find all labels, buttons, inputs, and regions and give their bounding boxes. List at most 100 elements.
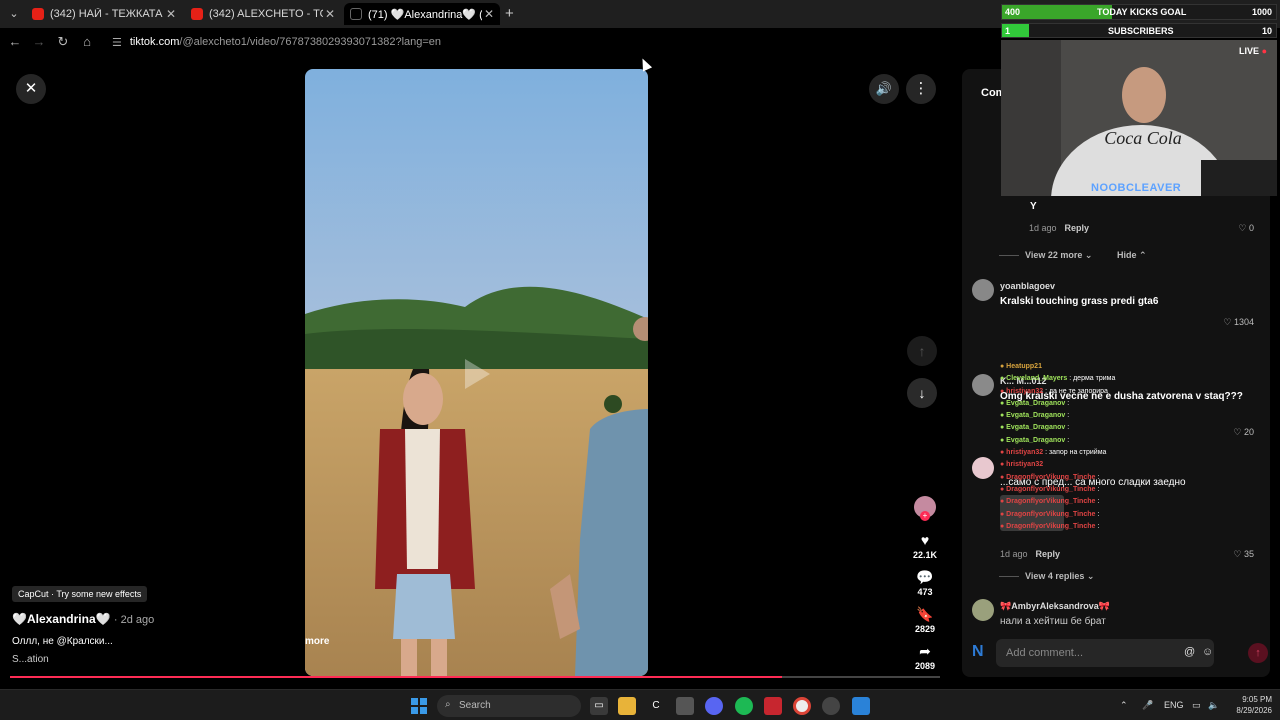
tab-label: (342) НАЙ - ТЕЖКАТА МИ <box>50 8 164 20</box>
video-player[interactable] <box>305 69 648 676</box>
back-arrow-icon[interactable]: ← <box>6 33 24 51</box>
close-viewer-button[interactable]: ✕ <box>16 74 46 104</box>
follow-plus-icon[interactable]: + <box>920 511 930 521</box>
view-replies[interactable]: View 4 replies ⌄ <box>999 571 1094 582</box>
hide-replies[interactable]: Hide ⌃ <box>1117 250 1147 261</box>
volume-button[interactable]: 🔊 <box>869 74 899 104</box>
comment-like-count[interactable]: 0 <box>1249 223 1254 233</box>
share-button[interactable]: ➦ 2089 <box>905 643 945 671</box>
app-gear-icon[interactable] <box>822 697 840 715</box>
discord-icon[interactable] <box>705 697 723 715</box>
previous-video-button[interactable]: ↑ <box>907 336 937 366</box>
file-explorer-icon[interactable] <box>618 697 636 715</box>
nordvpn-extension-icon[interactable]: N <box>972 643 990 663</box>
windows-start-icon[interactable] <box>411 698 427 714</box>
tab-label: (342) ALEXCHETO - TOP FAKTA <box>209 8 323 20</box>
task-view-icon[interactable]: ▭ <box>590 697 608 715</box>
webcam-frame: Coca Cola <box>1001 40 1277 196</box>
goal-target: 1000 <box>1251 7 1272 17</box>
chat-username: ● hristiyan32 <box>1000 449 1044 457</box>
site-info-icon[interactable]: ☰ <box>112 36 122 49</box>
mention-icon[interactable]: @ <box>1184 646 1195 658</box>
subs-target: 10 <box>1261 26 1272 36</box>
live-dot-icon: ● <box>1261 46 1267 56</box>
home-icon[interactable]: ⌂ <box>78 33 96 51</box>
chat-text: : <box>1095 522 1100 530</box>
comment-icon: 💬 <box>916 569 934 585</box>
tab-close-icon[interactable]: ✕ <box>164 7 178 21</box>
speaker-icon[interactable]: 🔈 <box>1208 700 1219 711</box>
reload-icon[interactable]: ↻ <box>54 33 72 51</box>
avatar[interactable] <box>972 279 994 301</box>
url-path: /@alexcheto1/video/7678738029393071382?l… <box>179 36 442 48</box>
tray-chevron-icon[interactable]: ⌃ <box>1120 700 1128 711</box>
more-options-button[interactable]: ⋮ <box>906 74 936 104</box>
chat-username: ● DragonflyorVikung_Tinche <box>1000 473 1096 481</box>
url-host: tiktok.com <box>129 36 180 48</box>
browser-tab[interactable]: (342) НАЙ - ТЕЖКАТА МИ ✕ <box>26 3 182 25</box>
tab-search-chevron-icon[interactable]: ⌄ <box>6 6 22 22</box>
view-replies-label: View 4 replies <box>1025 571 1085 581</box>
comment-text: Y <box>1030 201 1037 212</box>
comment-input[interactable]: Add comment... @ ☺ <box>996 639 1214 667</box>
browser-tab-active[interactable]: (71) 🤍Alexandrina🤍 (@alexcheto1) ✕ <box>344 3 500 25</box>
taskbar-search[interactable]: ⌕ Search <box>437 695 581 717</box>
music-label[interactable]: S...ation <box>12 654 154 665</box>
chat-message: ● Evgata_Draganov : <box>1000 410 1155 422</box>
chat-message: ● Heatupp21 <box>1000 361 1155 373</box>
creator-avatar[interactable]: + <box>914 496 936 521</box>
comment-button[interactable]: 💬 473 <box>905 569 945 597</box>
youtube-icon <box>191 8 203 20</box>
comment-time: 1d ago <box>1000 549 1028 559</box>
forward-arrow-icon[interactable]: → <box>30 33 48 51</box>
reply-button[interactable]: Reply <box>1036 549 1061 559</box>
video-description: Оллл, не @Кралски... <box>12 636 113 647</box>
microphone-icon[interactable]: 🎤 <box>1142 700 1153 711</box>
app-red-icon[interactable] <box>764 697 782 715</box>
reply-button[interactable]: Reply <box>1065 223 1090 233</box>
spotify-icon[interactable] <box>735 697 753 715</box>
chat-username: ● Evgata_Draganov <box>1000 399 1066 407</box>
comment-like-count[interactable]: 20 <box>1244 427 1254 437</box>
emoji-icon[interactable]: ☺ <box>1202 646 1213 658</box>
browser-tab[interactable]: (342) ALEXCHETO - TOP FAKTA ✕ <box>185 3 341 25</box>
system-clock[interactable]: 9:05 PM 8/29/2026 <box>1222 694 1272 716</box>
avatar[interactable] <box>972 599 994 621</box>
view-more-replies[interactable]: View 22 more ⌄ <box>999 250 1092 261</box>
kicks-goal-bar: 400 TODAY KICKS GOAL 1000 <box>1001 4 1277 20</box>
chat-message: ● DragonflyorVikung_Tinche : <box>1000 496 1155 508</box>
comment-user[interactable]: 🎀AmbyrAleksandrova🎀 <box>1000 601 1110 612</box>
chat-username: ● DragonflyorVikung_Tinche <box>1000 498 1096 506</box>
app-icon[interactable] <box>676 697 694 715</box>
like-button[interactable]: ♥ 22.1K <box>905 532 945 560</box>
more-vertical-icon: ⋮ <box>913 80 929 97</box>
network-icon[interactable]: ▭ <box>1192 700 1201 711</box>
chrome-icon[interactable] <box>793 697 811 715</box>
volume-icon: 🔊 <box>875 81 893 96</box>
save-button[interactable]: 🔖 2829 <box>905 606 945 634</box>
language-indicator[interactable]: ENG <box>1164 700 1184 710</box>
chat-text: : <box>1065 412 1070 420</box>
comment-item: yoanblagoev Kralski touching grass predi… <box>972 279 1262 329</box>
next-video-button[interactable]: ↓ <box>907 378 937 408</box>
app-photo-icon[interactable] <box>852 697 870 715</box>
video-progress-bar[interactable] <box>10 676 940 678</box>
tab-close-icon[interactable]: ✕ <box>323 7 337 21</box>
chat-username: ● Cleveland_Mayers <box>1000 375 1068 383</box>
new-tab-plus-icon[interactable]: + <box>505 5 514 22</box>
youtube-icon <box>32 8 44 20</box>
comment-like-count[interactable]: 35 <box>1244 549 1254 559</box>
address-bar[interactable]: ☰ tiktok.com/@alexcheto1/video/767873802… <box>104 31 994 53</box>
avatar[interactable] <box>972 457 994 479</box>
tab-close-icon[interactable]: ✕ <box>482 7 496 21</box>
app-c-icon[interactable]: C <box>647 697 665 715</box>
comment-like-count[interactable]: 1304 <box>1234 317 1254 327</box>
description-more-link[interactable]: more <box>305 636 329 647</box>
author-name[interactable]: 🤍Alexandrina🤍 <box>12 612 111 626</box>
capcut-label: CapCut · Try some new effects <box>18 589 142 599</box>
comment-time: 1d ago <box>1029 223 1057 233</box>
avatar[interactable] <box>972 374 994 396</box>
capcut-badge[interactable]: CapCut · Try some new effects <box>12 586 148 602</box>
post-comment-button[interactable]: ↑ <box>1248 643 1268 663</box>
comment-user[interactable]: yoanblagoev <box>1000 281 1055 291</box>
